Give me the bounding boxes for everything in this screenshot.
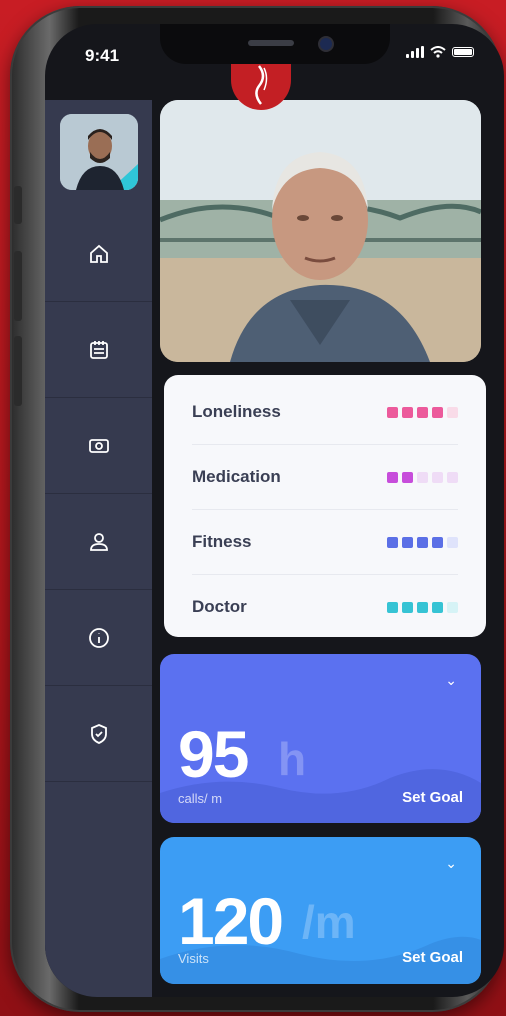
metric-level-indicator (387, 601, 458, 613)
home-icon (89, 244, 108, 263)
money-icon (88, 438, 109, 453)
level-dot (447, 536, 458, 548)
volume-up-button (14, 251, 22, 321)
metric-row-medication[interactable]: Medication (192, 445, 458, 510)
metric-row-loneliness[interactable]: Loneliness (192, 380, 458, 445)
level-dot (447, 471, 458, 483)
metric-label: Fitness (192, 532, 252, 551)
metric-level-indicator (387, 471, 458, 483)
status-icons (406, 46, 474, 58)
volume-down-button (14, 336, 22, 406)
level-dot (402, 536, 413, 548)
sidebar-item-profile[interactable] (45, 494, 152, 590)
metric-label: Medication (192, 467, 281, 486)
level-dot (432, 471, 443, 483)
level-dot (387, 406, 398, 418)
level-dot (387, 471, 398, 483)
metric-label: Loneliness (192, 402, 281, 421)
level-dot (402, 406, 413, 418)
metric-label: Doctor (192, 597, 247, 616)
app-logo (231, 60, 291, 110)
profile-avatar[interactable] (60, 114, 138, 190)
speaker (248, 40, 294, 46)
front-camera (318, 36, 334, 52)
sidebar-item-info[interactable] (45, 590, 152, 686)
user-icon (89, 532, 108, 551)
visits-unit: /m (302, 896, 356, 948)
signal-icon (406, 46, 424, 58)
level-dot (402, 471, 413, 483)
notch (160, 24, 390, 64)
app-screen: 9:41 Loneliness Medication Fitness Docto… (45, 24, 504, 997)
level-dot (432, 406, 443, 418)
level-dot (447, 406, 458, 418)
metric-row-fitness[interactable]: Fitness (192, 510, 458, 575)
chevron-down-icon[interactable]: ⌄ (445, 855, 457, 872)
set-goal-button[interactable]: Set Goal (402, 949, 463, 966)
shield-icon (90, 723, 107, 744)
calls-value: 95 (178, 717, 249, 791)
level-dot (432, 536, 443, 548)
metrics-card: Loneliness Medication Fitness Doctor (164, 375, 486, 637)
level-dot (387, 601, 398, 613)
level-dot (417, 601, 428, 613)
level-dot (447, 601, 458, 613)
wifi-icon (430, 46, 446, 58)
visits-caption: Visits (178, 951, 209, 966)
chevron-down-icon[interactable]: ⌄ (445, 672, 457, 689)
metric-level-indicator (387, 536, 458, 548)
sidebar-item-home[interactable] (45, 206, 152, 302)
metric-row-doctor[interactable]: Doctor (192, 575, 458, 639)
metric-level-indicator (387, 406, 458, 418)
sidebar-item-security[interactable] (45, 686, 152, 782)
mute-switch (14, 186, 22, 224)
level-dot (417, 406, 428, 418)
sidebar-item-money[interactable] (45, 398, 152, 494)
level-dot (417, 536, 428, 548)
status-time: 9:41 (85, 46, 120, 65)
visits-value: 120 (178, 884, 284, 958)
visits-card[interactable]: ⌄ 120 /m Visits Set Goal (160, 837, 481, 984)
level-dot (387, 536, 398, 548)
phone-frame: 9:41 Loneliness Medication Fitness Docto… (10, 6, 504, 1012)
set-goal-button[interactable]: Set Goal (402, 789, 463, 806)
calls-unit: h (278, 733, 307, 785)
battery-icon (452, 47, 474, 57)
calendar-icon (89, 340, 108, 359)
info-icon (88, 627, 109, 648)
level-dot (432, 601, 443, 613)
sidebar-item-calendar[interactable] (45, 302, 152, 398)
level-dot (417, 471, 428, 483)
calls-caption: calls/ m (178, 791, 223, 806)
patient-photo (160, 100, 481, 362)
level-dot (402, 601, 413, 613)
sidebar (45, 100, 152, 997)
calls-card[interactable]: ⌄ 95 h calls/ m Set Goal (160, 654, 481, 823)
